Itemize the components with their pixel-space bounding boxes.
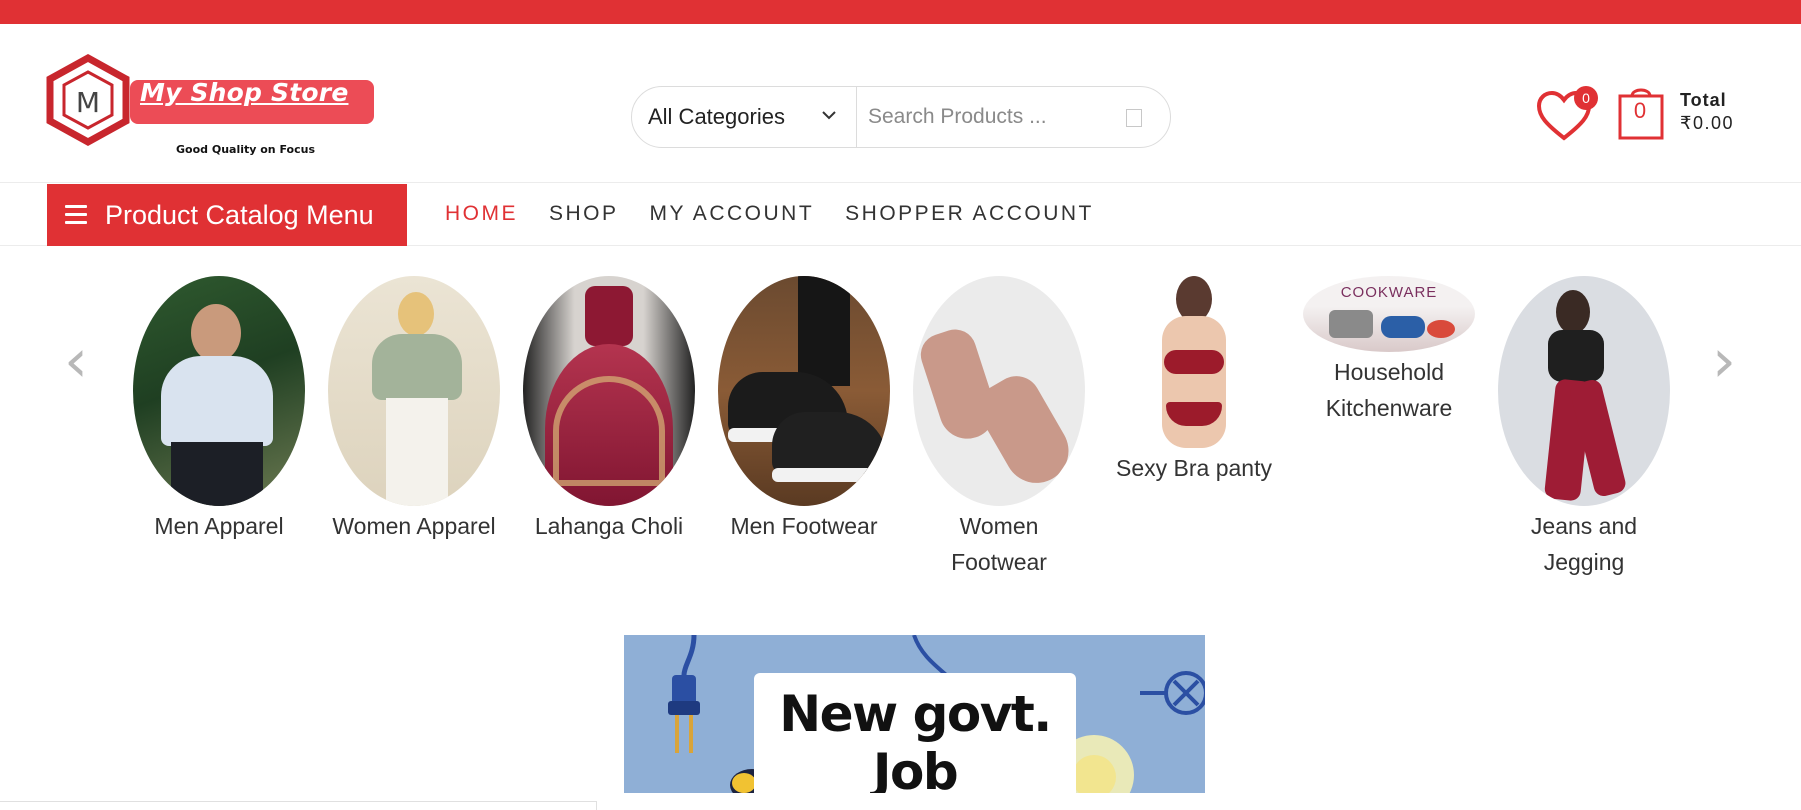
logo-brand-text: My Shop Store (140, 78, 349, 107)
nav-link-home[interactable]: HOME (445, 202, 518, 226)
category-name: Jeans and Jegging (1530, 513, 1638, 575)
category-item-household-kitchenware[interactable]: COOKWARE Household Kitchenware (1299, 276, 1479, 426)
cart-count: 0 (1633, 98, 1647, 123)
bottom-panel-edge (0, 801, 597, 810)
category-name: Men Footwear (730, 513, 878, 539)
category-name: Women Footwear (951, 513, 1047, 575)
category-item-women-apparel[interactable]: Women Apparel (324, 276, 504, 544)
wishlist-count-badge: 0 (1574, 86, 1598, 110)
category-image (1134, 276, 1254, 448)
category-image (718, 276, 890, 506)
catalog-menu-label: Product Catalog Menu (105, 200, 374, 230)
cart-button[interactable]: 0 (1617, 84, 1667, 142)
category-image (1498, 276, 1670, 506)
category-item-men-apparel[interactable]: Men Apparel (129, 276, 309, 544)
category-name: Household Kitchenware (1325, 359, 1453, 421)
category-image (328, 276, 500, 506)
cart-total-label: Total (1680, 90, 1727, 110)
site-header: M My Shop Store Good Quality on Focus Al… (0, 24, 1801, 182)
product-catalog-menu-button[interactable]: Product Catalog Menu (47, 184, 407, 246)
cookware-banner-text: COOKWARE (1340, 284, 1438, 301)
logo-letter: M (76, 86, 100, 119)
category-item-women-footwear[interactable]: Women Footwear (909, 276, 1089, 580)
nav-links: HOME SHOP MY ACCOUNT SHOPPER ACCOUNT (445, 202, 1094, 226)
cart-total[interactable]: Total ₹0.00 (1680, 90, 1734, 134)
promo-banner[interactable]: New govt. Job (624, 635, 1205, 793)
nav-link-shopper-account[interactable]: SHOPPER ACCOUNT (845, 202, 1094, 226)
category-name: Lahanga Choli (534, 513, 684, 539)
banner-headline: New govt. Job (779, 685, 1052, 793)
category-image: COOKWARE (1303, 276, 1475, 352)
category-item-lahanga-choli[interactable]: Lahanga Choli (519, 276, 699, 544)
category-name: Sexy Bra panty (1116, 455, 1272, 481)
category-image (523, 276, 695, 506)
product-search-bar: All Categories (631, 86, 1171, 148)
top-accent-bar (0, 0, 1801, 24)
category-item-jeans-and-jegging[interactable]: Jeans and Jegging (1494, 276, 1674, 580)
nav-link-shop[interactable]: SHOP (549, 202, 619, 226)
category-carousel: ‹ Men Apparel Women Apparel Lahanga Chol… (0, 246, 1801, 586)
category-item-sexy-bra-panty[interactable]: Sexy Bra panty (1104, 276, 1284, 486)
category-image (133, 276, 305, 506)
category-select[interactable]: All Categories (632, 87, 857, 147)
hamburger-menu-icon (65, 205, 87, 225)
category-name: Men Apparel (154, 513, 284, 539)
logo-hexagon-icon: M (46, 54, 130, 146)
category-item-men-footwear[interactable]: Men Footwear (714, 276, 894, 544)
category-select-value: All Categories (648, 104, 785, 129)
category-image (913, 276, 1085, 506)
search-icon[interactable] (1126, 109, 1142, 127)
carousel-next-arrow-icon[interactable]: › (1712, 326, 1736, 396)
search-input[interactable] (868, 97, 1108, 137)
wishlist-button[interactable]: 0 (1536, 86, 1598, 146)
logo-tagline: Good Quality on Focus (176, 143, 315, 156)
category-name: Women Apparel (332, 513, 496, 539)
site-logo[interactable]: M My Shop Store Good Quality on Focus (46, 54, 374, 156)
main-navigation: Product Catalog Menu HOME SHOP MY ACCOUN… (0, 182, 1801, 246)
chevron-down-icon (822, 111, 836, 120)
carousel-prev-arrow-icon[interactable]: ‹ (64, 326, 88, 396)
nav-link-my-account[interactable]: MY ACCOUNT (650, 202, 815, 226)
cart-total-amount: ₹0.00 (1680, 113, 1734, 133)
